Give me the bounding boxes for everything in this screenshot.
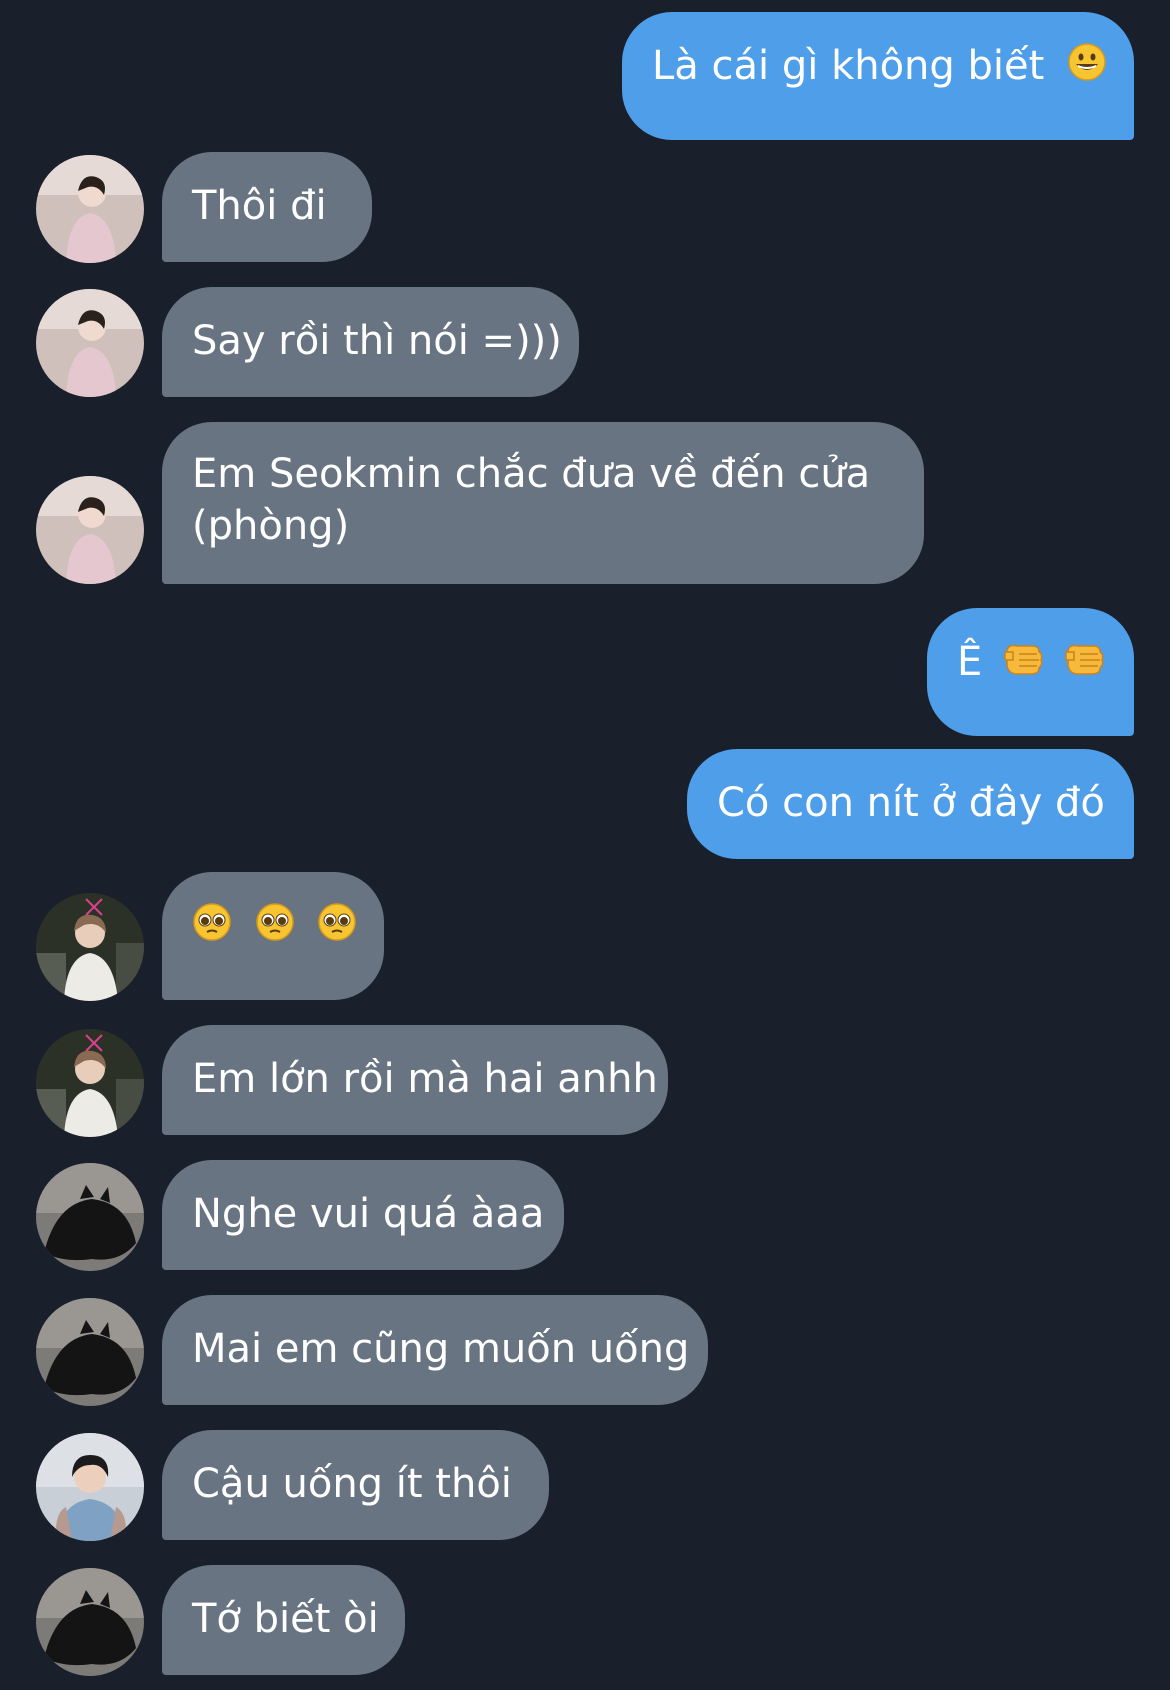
chat-thread: Là cái gì không biết Thôi đi Say rồi thì…	[0, 0, 1170, 1690]
message-bubble-incoming[interactable]: Say rồi thì nói =)))	[162, 287, 579, 397]
message-text: Mai em cũng muốn uống	[192, 1326, 690, 1372]
message-bubble-outgoing[interactable]: Là cái gì không biết	[622, 12, 1134, 140]
message-text: Thôi đi	[192, 183, 327, 229]
avatar-black-cat[interactable]	[36, 1163, 144, 1271]
message-text: Nghe vui quá àaa	[192, 1191, 545, 1237]
avatar-blue-shirt[interactable]	[36, 1433, 144, 1541]
message-bubble-incoming[interactable]: Thôi đi	[162, 152, 372, 262]
message-bubble-incoming[interactable]: Nghe vui quá àaa	[162, 1160, 564, 1270]
avatar-pink-sweater[interactable]	[36, 155, 144, 263]
message-bubble-incoming[interactable]: Cậu uống ít thôi	[162, 1430, 549, 1540]
message-text: Ê	[957, 639, 983, 685]
message-text: Say rồi thì nói =)))	[192, 318, 562, 364]
grinning-face-icon	[1067, 42, 1107, 95]
message-bubble-outgoing[interactable]: Ê	[927, 608, 1134, 736]
pleading-face-icon	[255, 902, 295, 955]
avatar-white-shirt[interactable]	[36, 893, 144, 1001]
message-bubble-incoming[interactable]	[162, 872, 384, 1000]
message-text: Tớ biết òi	[192, 1596, 379, 1642]
avatar-white-shirt[interactable]	[36, 1029, 144, 1137]
message-text: Em Seokmin chắc đưa về đến cửa (phòng)	[192, 451, 871, 549]
avatar-black-cat[interactable]	[36, 1568, 144, 1676]
message-text: Là cái gì không biết	[652, 43, 1045, 89]
pleading-face-icon	[192, 902, 232, 955]
message-bubble-outgoing[interactable]: Có con nít ở đây đó	[687, 749, 1134, 859]
message-text: Em lớn rồi mà hai anhh	[192, 1056, 658, 1102]
message-text: Cậu uống ít thôi	[192, 1461, 512, 1507]
pointing-fist-icon	[1003, 638, 1045, 691]
message-bubble-incoming[interactable]: Em Seokmin chắc đưa về đến cửa (phòng)	[162, 422, 924, 584]
message-bubble-incoming[interactable]: Em lớn rồi mà hai anhh	[162, 1025, 668, 1135]
message-bubble-incoming[interactable]: Tớ biết òi	[162, 1565, 405, 1675]
message-bubble-incoming[interactable]: Mai em cũng muốn uống	[162, 1295, 708, 1405]
avatar-black-cat[interactable]	[36, 1298, 144, 1406]
pointing-fist-icon	[1064, 638, 1106, 691]
avatar-pink-sweater[interactable]	[36, 289, 144, 397]
avatar-pink-sweater[interactable]	[36, 476, 144, 584]
pleading-face-icon	[317, 902, 357, 955]
message-text: Có con nít ở đây đó	[717, 780, 1105, 826]
